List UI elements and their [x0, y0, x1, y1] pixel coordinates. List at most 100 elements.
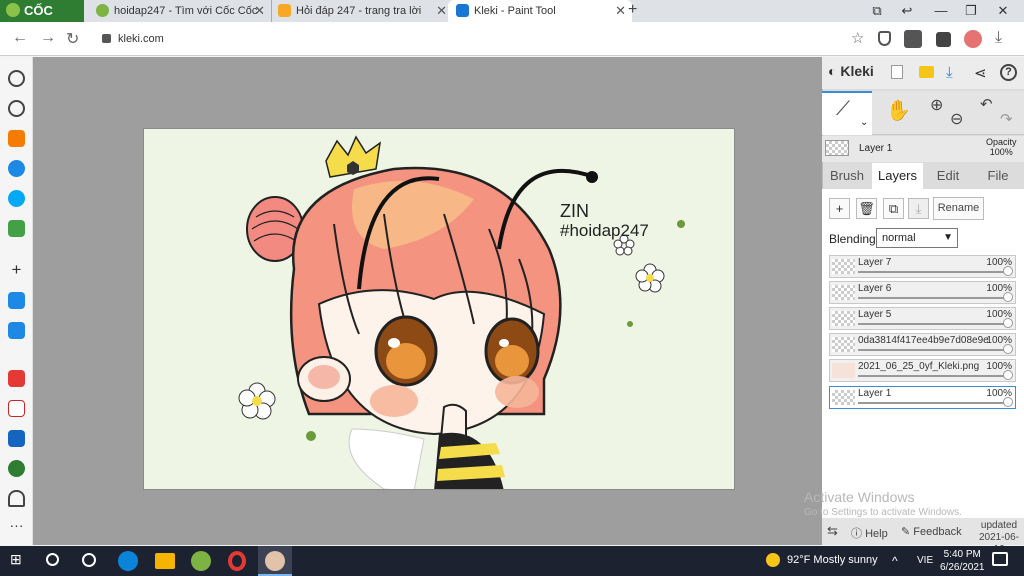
coccoc-menu-button[interactable]: CỐC CỐC [0, 0, 84, 40]
reading-mode-icon[interactable]: ⧉ [862, 0, 892, 22]
close-tab-icon[interactable]: ✕ [254, 0, 265, 22]
education-icon[interactable] [8, 460, 25, 477]
forward-button[interactable]: → [40, 29, 56, 47]
delete-layer-trash-icon[interactable]: 🗑 [856, 198, 877, 219]
zoom-in-icon[interactable]: ⊕ [930, 95, 943, 115]
shopping-icon[interactable] [8, 370, 25, 387]
layer-opacity-knob[interactable] [1003, 292, 1013, 302]
close-tab-icon[interactable]: ✕ [615, 0, 626, 22]
tab-layers[interactable]: Layers [872, 163, 923, 189]
extensions-puzzle-icon[interactable] [936, 32, 951, 47]
save-download-icon[interactable]: ⤓ [946, 64, 953, 81]
reload-button[interactable]: ↻ [66, 29, 79, 49]
swap-arrows-icon[interactable]: ⇆ [827, 523, 838, 539]
artwork-caption-tag: #hoidap247 [560, 221, 649, 240]
kleki-logo[interactable]: ◐ Kleki [828, 63, 874, 79]
zoom-out-icon[interactable]: ⊖ [950, 109, 963, 129]
notification-bell-icon[interactable] [8, 490, 25, 507]
messenger-icon[interactable] [8, 160, 25, 177]
layer-opacity-knob[interactable] [1003, 344, 1013, 354]
sale-icon[interactable] [8, 430, 25, 447]
layer-opacity-knob[interactable] [1003, 370, 1013, 380]
profile-avatar[interactable] [964, 30, 982, 48]
close-window-button[interactable]: ✕ [988, 0, 1018, 22]
shield-icon[interactable] [878, 31, 891, 46]
layer-name: 2021_06_25_0yf_Kleki.png [858, 361, 980, 372]
add-sidebar-item-icon[interactable]: + [8, 261, 25, 279]
tab-edit[interactable]: Edit [923, 163, 973, 189]
download-icon[interactable] [904, 30, 922, 48]
help-link[interactable]: ⓘ Help [851, 525, 888, 541]
skype-icon[interactable] [8, 190, 25, 207]
search-icon[interactable] [46, 553, 59, 566]
layer-opacity-track[interactable] [858, 402, 1009, 404]
duplicate-layer-icon[interactable]: ⧉ [883, 198, 904, 219]
settings-gear-icon[interactable] [8, 70, 25, 87]
game-controller-icon[interactable] [8, 220, 25, 237]
clock[interactable]: 5:40 PM 6/26/2021 [940, 548, 985, 574]
coccoc-taskbar-icon[interactable] [191, 551, 211, 571]
crown-icon[interactable] [8, 130, 25, 147]
edge-icon[interactable] [118, 551, 138, 571]
close-tab-icon[interactable]: ✕ [436, 0, 447, 22]
layer-opacity-track[interactable] [858, 349, 1009, 351]
add-layer-button[interactable]: + [829, 198, 850, 219]
hand-tool-icon[interactable]: ✋ [886, 98, 911, 123]
language-indicator[interactable]: VIE [917, 555, 933, 566]
vtv-icon[interactable] [8, 400, 25, 417]
layer-opacity-track[interactable] [858, 271, 1009, 273]
google-translate-icon[interactable] [8, 292, 25, 309]
back-button[interactable]: ← [12, 29, 28, 47]
layer-item[interactable]: Layer 7 100% [829, 255, 1016, 278]
history-icon[interactable] [8, 100, 25, 117]
back-arrow-icon[interactable]: ↩ [892, 0, 922, 22]
bookmark-star-icon[interactable]: ☆ [851, 29, 864, 47]
tab-brush[interactable]: Brush [822, 163, 872, 189]
layer-thumbnail [832, 337, 855, 352]
layer-opacity-knob[interactable] [1003, 397, 1013, 407]
layer-item[interactable]: 2021_06_25_0yf_Kleki.png 100% [829, 359, 1016, 382]
open-folder-icon[interactable] [919, 66, 934, 78]
feedback-link[interactable]: ✎ Feedback [901, 525, 962, 538]
tab-search[interactable]: hoidap247 - Tìm với Cốc Cốc ✕ [88, 0, 272, 22]
merge-down-icon[interactable]: ⤓ [908, 198, 929, 219]
notifications-icon[interactable] [992, 552, 1008, 566]
chevron-up-icon[interactable]: ^ [892, 554, 898, 568]
google-icon[interactable] [8, 322, 25, 339]
opera-icon[interactable] [228, 551, 246, 571]
address-bar[interactable]: kleki.com [96, 27, 836, 51]
weather-sun-icon[interactable] [766, 553, 780, 567]
new-tab-button[interactable]: + [628, 0, 637, 20]
drawing-canvas[interactable]: ZIN #hoidap247 [143, 128, 735, 490]
help-icon[interactable]: ? [1000, 64, 1017, 81]
new-image-icon[interactable] [891, 65, 903, 79]
chevron-down-icon[interactable]: ⌄ [860, 117, 868, 128]
layer-opacity-track[interactable] [858, 297, 1009, 299]
windows-start-icon[interactable]: ⊞ [10, 551, 30, 571]
layer-item[interactable]: Layer 5 100% [829, 307, 1016, 330]
rename-button[interactable]: Rename [933, 197, 984, 220]
help-circle-icon: ⓘ [851, 528, 862, 540]
cortana-icon[interactable] [82, 553, 96, 567]
minimize-button[interactable]: — [926, 0, 956, 22]
layer-item[interactable]: Layer 6 100% [829, 281, 1016, 304]
layer-item-active[interactable]: Layer 1 100% [829, 386, 1016, 409]
layer-opacity-track[interactable] [858, 323, 1009, 325]
downloads-icon[interactable]: ⤓ [995, 29, 1002, 47]
tab-kleki[interactable]: Kleki - Paint Tool ✕ [448, 0, 632, 22]
layer-opacity-knob[interactable] [1003, 318, 1013, 328]
more-options-icon[interactable]: ··· [8, 518, 25, 537]
layer-opacity-track[interactable] [858, 375, 1009, 377]
tab-file[interactable]: File [973, 163, 1023, 189]
redo-icon[interactable]: ↷ [1000, 110, 1013, 128]
layer-item[interactable]: 0da3814f417ee4b9e7d08e9e 100% [829, 333, 1016, 356]
url-text: kleki.com [118, 33, 164, 45]
tab-hoidap[interactable]: Hỏi đáp 247 - trang tra lời ✕ [270, 0, 454, 22]
weather-text[interactable]: 92°F Mostly sunny [787, 554, 878, 566]
undo-icon[interactable]: ↶ [980, 95, 993, 113]
blending-select[interactable]: normal ▼ [876, 228, 958, 248]
layer-opacity-knob[interactable] [1003, 266, 1013, 276]
file-explorer-icon[interactable] [155, 553, 175, 569]
restore-button[interactable]: ❐ [956, 0, 986, 22]
share-icon[interactable]: ⋖ [974, 64, 987, 82]
